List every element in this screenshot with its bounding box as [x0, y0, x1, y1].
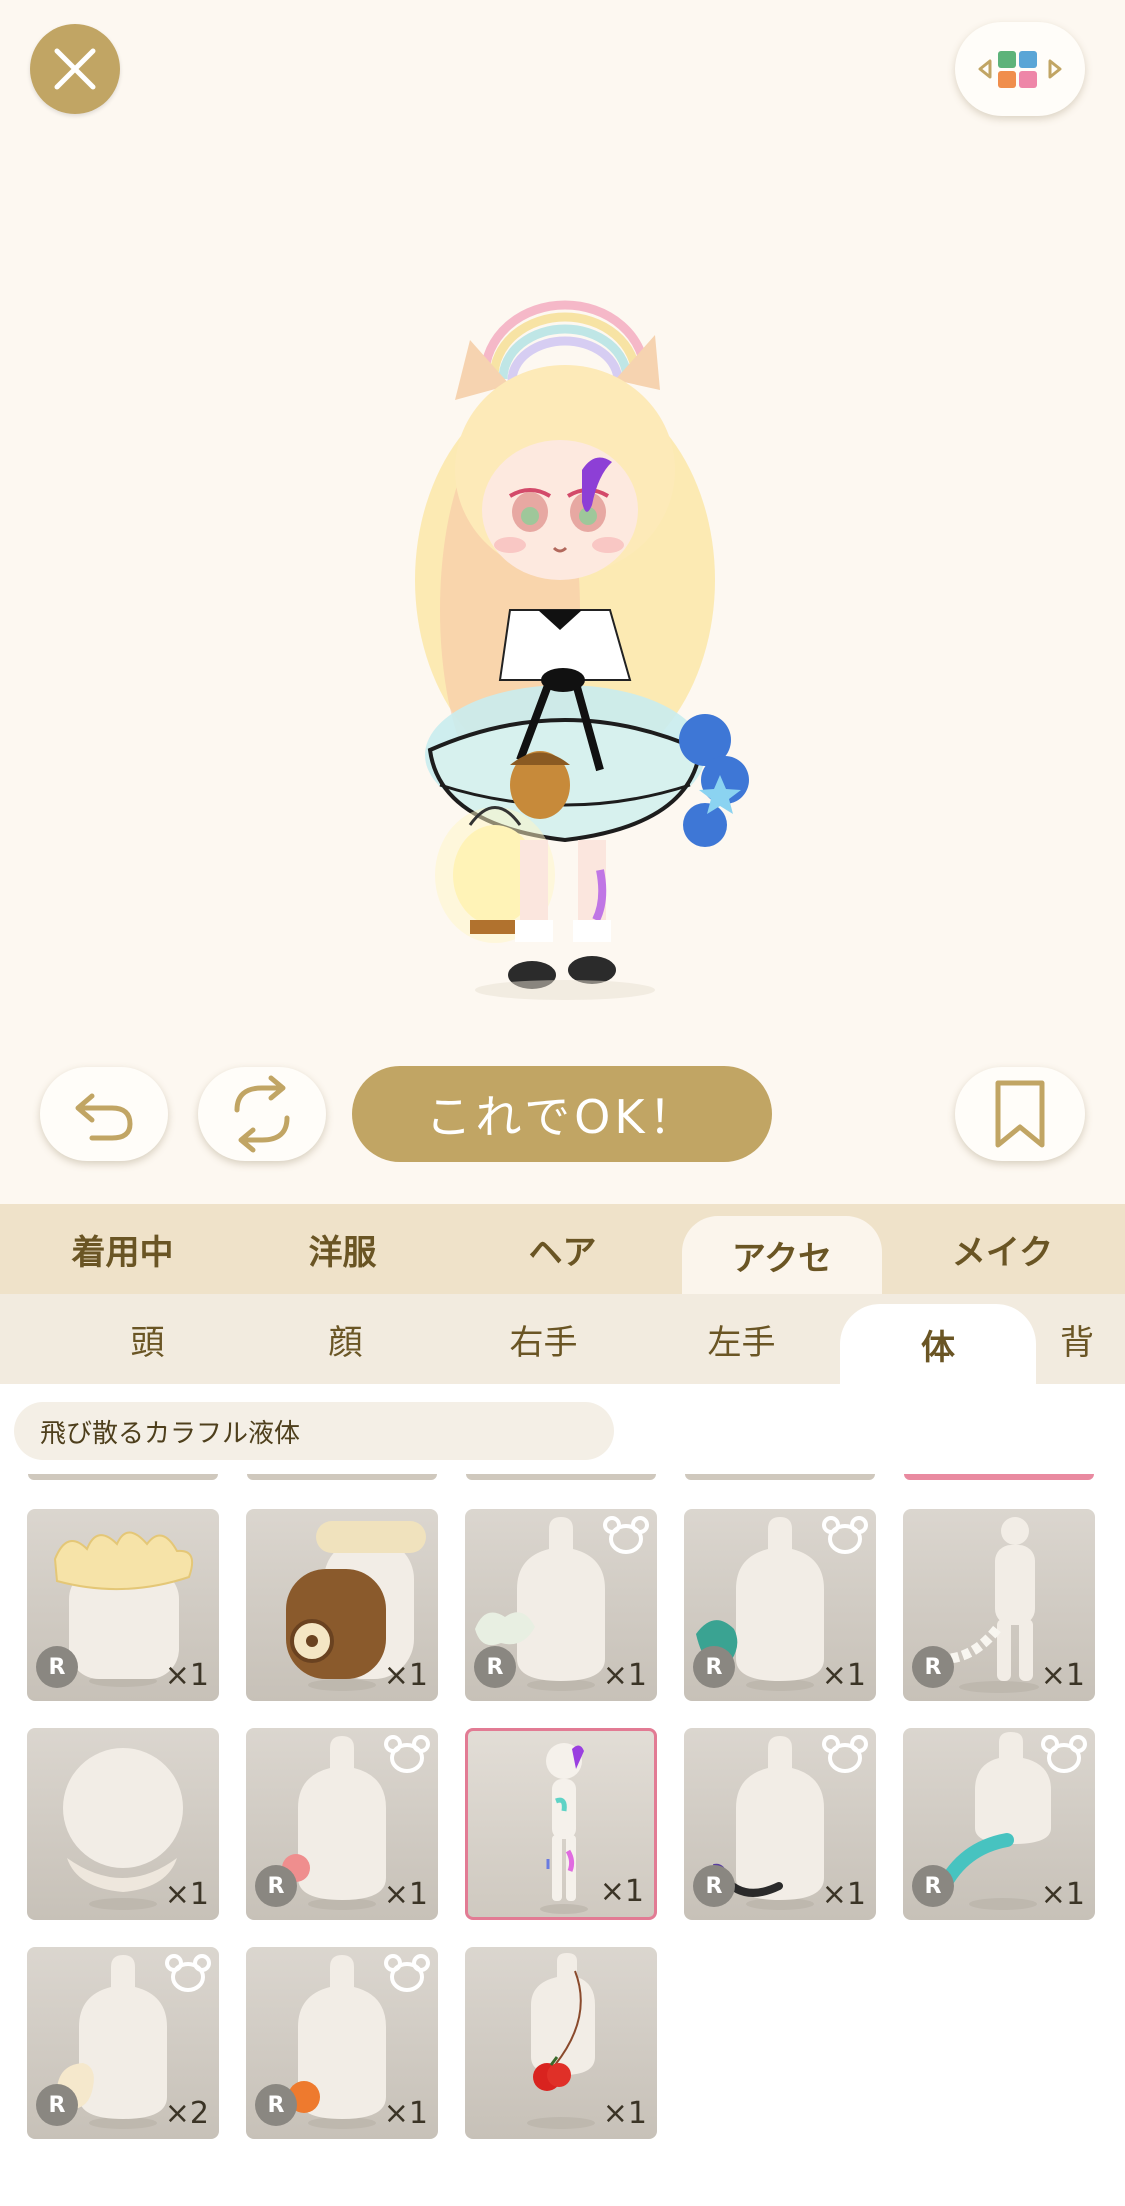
- previous-row-item[interactable]: [904, 1474, 1094, 1480]
- rare-badge: R: [255, 1865, 297, 1907]
- subtab-head[interactable]: 頭: [50, 1294, 245, 1384]
- confirm-ok-button[interactable]: これでOK！: [352, 1066, 772, 1162]
- tab-wearing[interactable]: 着用中: [20, 1204, 225, 1294]
- item-cell-cherry-bag[interactable]: ×1: [465, 1947, 657, 2139]
- item-cell-cream-puff[interactable]: R ×2: [27, 1947, 219, 2139]
- item-cell-smoke[interactable]: R ×1: [465, 1509, 657, 1701]
- previous-row-item[interactable]: [685, 1474, 875, 1480]
- rare-badge: R: [36, 1646, 78, 1688]
- bookmark-button[interactable]: [955, 1067, 1085, 1161]
- item-cell-frill[interactable]: R ×1: [27, 1509, 219, 1701]
- rare-badge: R: [36, 2084, 78, 2126]
- item-quantity: ×1: [821, 1658, 866, 1693]
- rare-badge: R: [693, 1865, 735, 1907]
- refresh-icon: [234, 1075, 290, 1153]
- item-quantity: ×2: [164, 2096, 209, 2131]
- rare-badge: R: [693, 1646, 735, 1688]
- item-cell-backpack[interactable]: ×1: [246, 1509, 438, 1701]
- item-quantity: ×1: [164, 1877, 209, 1912]
- item-quantity: ×1: [164, 1658, 209, 1693]
- tab-makeup[interactable]: メイク: [900, 1204, 1105, 1294]
- item-quantity: ×1: [1040, 1877, 1085, 1912]
- selected-item-name: 飛び散るカラフル液体: [14, 1402, 614, 1460]
- bear-icon: [384, 1734, 430, 1774]
- subtab-back[interactable]: 背: [1060, 1294, 1125, 1384]
- subtab-body[interactable]: 体: [840, 1304, 1036, 1384]
- avatar-preview: [360, 280, 800, 1020]
- bear-icon: [603, 1515, 649, 1555]
- bear-icon: [822, 1734, 868, 1774]
- item-cell-dark-tail[interactable]: R ×1: [684, 1728, 876, 1920]
- close-icon: [54, 48, 96, 90]
- rare-badge: R: [912, 1865, 954, 1907]
- item-quantity: ×1: [821, 1877, 866, 1912]
- previous-row-item[interactable]: [247, 1474, 437, 1480]
- item-cell-orange-ball[interactable]: R ×1: [246, 1947, 438, 2139]
- category-tab-bar: 着用中 洋服 ヘア アクセ メイク: [0, 1204, 1125, 1294]
- item-quantity: ×1: [599, 1874, 644, 1909]
- item-cell-liquid-figure[interactable]: ×1: [465, 1728, 657, 1920]
- bear-icon: [165, 1953, 211, 1993]
- rare-badge: R: [474, 1646, 516, 1688]
- subcategory-tab-bar: 頭 顔 右手 左手 体 背: [0, 1294, 1125, 1384]
- item-quantity: ×1: [602, 2096, 647, 2131]
- tab-clothes[interactable]: 洋服: [240, 1204, 445, 1294]
- item-quantity: ×1: [383, 1658, 428, 1693]
- bear-icon: [384, 1953, 430, 1993]
- item-cell-pink-blob[interactable]: R ×1: [246, 1728, 438, 1920]
- item-cell-tail-bone[interactable]: R ×1: [903, 1509, 1095, 1701]
- item-quantity: ×1: [383, 2096, 428, 2131]
- item-cell-teal-tail[interactable]: R ×1: [903, 1728, 1095, 1920]
- bookmark-icon: [995, 1080, 1045, 1148]
- layout-toggle-button[interactable]: [955, 22, 1085, 116]
- tab-hair[interactable]: ヘア: [460, 1204, 665, 1294]
- rare-badge: R: [912, 1646, 954, 1688]
- item-quantity: ×1: [1040, 1658, 1085, 1693]
- bear-icon: [1041, 1734, 1087, 1774]
- previous-row-item[interactable]: [28, 1474, 218, 1480]
- rare-badge: R: [255, 2084, 297, 2126]
- item-cell-head[interactable]: ×1: [27, 1728, 219, 1920]
- tab-accessories[interactable]: アクセ: [682, 1216, 882, 1294]
- bear-icon: [822, 1515, 868, 1555]
- item-cell-feather[interactable]: R ×1: [684, 1509, 876, 1701]
- undo-icon: [75, 1093, 133, 1141]
- subtab-right-hand[interactable]: 右手: [446, 1294, 641, 1384]
- item-quantity: ×1: [602, 1658, 647, 1693]
- close-button[interactable]: [30, 24, 120, 114]
- subtab-left-hand[interactable]: 左手: [644, 1294, 839, 1384]
- item-quantity: ×1: [383, 1877, 428, 1912]
- randomize-button[interactable]: [198, 1067, 326, 1161]
- color-grid-icon: [978, 51, 1062, 88]
- subtab-face[interactable]: 顔: [248, 1294, 443, 1384]
- previous-row-item[interactable]: [466, 1474, 656, 1480]
- undo-button[interactable]: [40, 1067, 168, 1161]
